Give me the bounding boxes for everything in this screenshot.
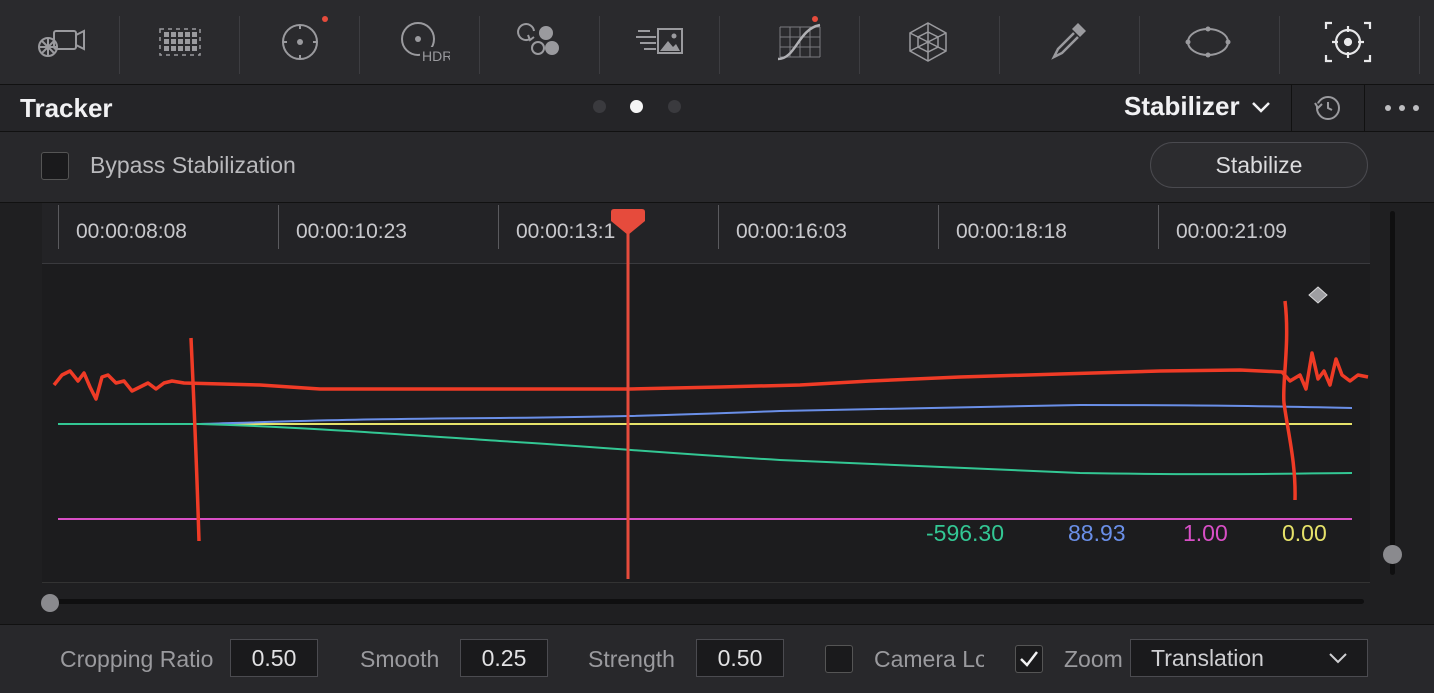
timeline-tick: [498, 205, 499, 249]
toolbar-divider: [719, 16, 720, 74]
stabilization-mode-value: Translation: [1151, 644, 1264, 671]
timecode-label: 00:00:21:09: [1176, 220, 1287, 243]
more-options-icon[interactable]: [1382, 93, 1422, 123]
bypass-stabilization-checkbox[interactable]: [41, 152, 69, 180]
rgb-mixer-icon: [517, 23, 559, 55]
header-divider: [1364, 85, 1365, 131]
curves-badge: [812, 16, 818, 22]
color-warper-button[interactable]: [868, 6, 988, 78]
color-wheels-button[interactable]: [240, 6, 360, 78]
vertical-scrollbar[interactable]: [1390, 211, 1395, 575]
motion-effects-icon: [636, 28, 683, 54]
tracker-icon: [1324, 21, 1372, 63]
curves-button[interactable]: [740, 6, 860, 78]
camera-raw-icon: [38, 29, 85, 57]
window-icon: [1185, 26, 1231, 58]
toolbar-divider: [859, 16, 860, 74]
timecode-label: 00:00:18:18: [956, 220, 1067, 243]
rotation-value: 0.00: [1282, 520, 1327, 546]
smooth-field[interactable]: 0.25: [460, 639, 548, 677]
zoom-value: 1.00: [1183, 520, 1228, 546]
page-dot-3[interactable]: [668, 100, 681, 113]
page-dot-2-active[interactable]: [630, 100, 643, 113]
timecode-label: 00:00:10:23: [296, 220, 407, 243]
rgb-mixer-button[interactable]: [480, 6, 600, 78]
smooth-label: Smooth: [360, 646, 440, 672]
hdr-wheels-button[interactable]: HDR: [360, 6, 480, 78]
horizontal-scrollbar[interactable]: [50, 599, 1364, 604]
chevron-down-icon: [1251, 101, 1270, 113]
tracker-header: Tracker Stabilizer: [0, 85, 1434, 132]
header-divider: [1291, 85, 1292, 131]
strength-field[interactable]: 0.50: [696, 639, 784, 677]
curves-icon: [777, 23, 821, 61]
motion-effects-button[interactable]: [600, 6, 720, 78]
stabilizer-controls: Cropping Ratio 0.50 Smooth 0.25 Strength…: [0, 624, 1434, 693]
toolbar-divider: [1279, 16, 1280, 74]
color-wheels-icon: [282, 24, 318, 60]
tilt-value: -596.30: [926, 520, 1005, 546]
zoom-checkbox[interactable]: [1015, 645, 1043, 673]
stabilize-button[interactable]: Stabilize: [1150, 142, 1368, 188]
color-warper-icon: [909, 22, 947, 62]
qualifier-icon: [1051, 23, 1086, 60]
toolbar-divider: [1139, 16, 1140, 74]
mode-select-label: Stabilizer: [1124, 91, 1240, 121]
checkmark-icon: [1020, 651, 1038, 667]
panel-title: Tracker: [20, 93, 113, 123]
reset-icon[interactable]: [1310, 91, 1346, 125]
timecode-label: 00:00:16:03: [736, 220, 847, 243]
color-match-button[interactable]: [120, 6, 240, 78]
vertical-zoom-handle[interactable]: [1383, 545, 1402, 564]
cropping-ratio-label: Cropping Ratio: [60, 646, 214, 672]
strength-label: Strength: [588, 646, 675, 672]
color-match-icon: [159, 28, 201, 56]
qualifier-button[interactable]: [1008, 6, 1128, 78]
toolbar-divider: [1419, 16, 1420, 74]
timeline-tick: [938, 205, 939, 249]
timeline-ruler[interactable]: 00:00:08:08 00:00:10:23 00:00:13:1 00:00…: [42, 203, 1370, 264]
cropping-ratio-field[interactable]: 0.50: [230, 639, 318, 677]
stabilization-mode-dropdown[interactable]: Translation: [1130, 639, 1368, 677]
hdr-label: HDR: [422, 48, 450, 64]
chevron-down-icon: [1329, 653, 1347, 664]
timeline-tick: [58, 205, 59, 249]
timeline-tick: [1158, 205, 1159, 249]
camera-lock-label: Camera Lock: [874, 646, 984, 672]
page-dot-1[interactable]: [593, 100, 606, 113]
horizontal-zoom-handle[interactable]: [41, 594, 59, 612]
zoom-label: Zoom: [1064, 646, 1123, 672]
timecode-label: 00:00:08:08: [76, 220, 187, 243]
pan-value: 88.93: [1068, 520, 1126, 546]
timeline-tick: [278, 205, 279, 249]
timeline-tick: [718, 205, 719, 249]
bypass-row: Bypass Stabilization Stabilize: [0, 132, 1434, 203]
curve-plot[interactable]: [42, 264, 1370, 583]
bypass-stabilization-label: Bypass Stabilization: [90, 152, 296, 178]
hdr-wheels-icon: HDR: [401, 22, 450, 64]
camera-lock-checkbox[interactable]: [825, 645, 853, 673]
color-wheels-badge: [322, 16, 328, 22]
palette-toolbar: HDR: [0, 0, 1434, 85]
stabilizer-graph-panel: 00:00:08:08 00:00:10:23 00:00:13:1 00:00…: [0, 203, 1434, 623]
timecode-label: 00:00:13:1: [516, 220, 616, 243]
toolbar-divider: [999, 16, 1000, 74]
window-button[interactable]: [1148, 6, 1268, 78]
tracker-button[interactable]: [1288, 6, 1408, 78]
mode-select[interactable]: Stabilizer: [1124, 91, 1272, 122]
camera-raw-button[interactable]: [0, 6, 120, 78]
